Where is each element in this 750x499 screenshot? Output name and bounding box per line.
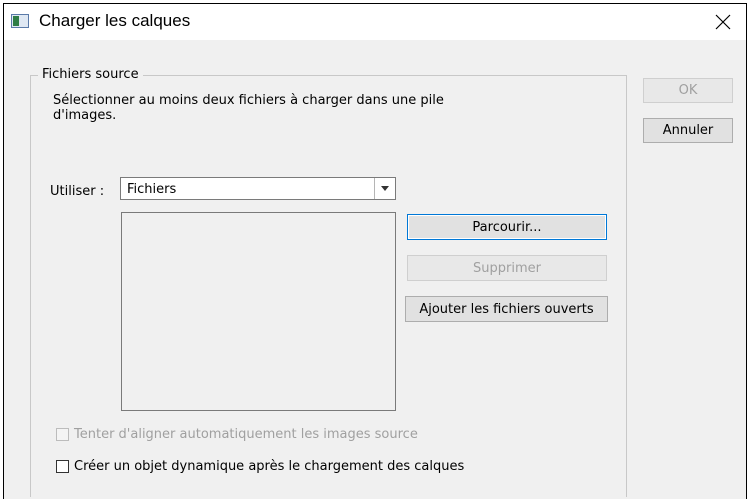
- auto-align-checkbox[interactable]: [56, 428, 69, 441]
- window-title: Charger les calques: [39, 11, 191, 30]
- remove-button[interactable]: Supprimer: [407, 255, 607, 281]
- auto-align-option[interactable]: Tenter d'aligner automatiquement les ima…: [56, 427, 418, 442]
- description-line-2: d'images.: [53, 108, 117, 123]
- description-line-1: Sélectionner au moins deux fichiers à ch…: [53, 93, 444, 108]
- smart-object-label: Créer un objet dynamique après le charge…: [74, 459, 465, 474]
- add-open-files-button[interactable]: Ajouter les fichiers ouverts: [405, 296, 608, 322]
- close-icon: [715, 14, 731, 30]
- use-dropdown-toggle[interactable]: [374, 178, 395, 199]
- source-files-legend: Fichiers source: [38, 67, 143, 82]
- smart-object-checkbox[interactable]: [56, 460, 69, 473]
- file-list[interactable]: [121, 212, 396, 411]
- use-dropdown-value: Fichiers: [127, 182, 177, 197]
- use-label: Utiliser :: [50, 184, 105, 199]
- close-button[interactable]: [700, 4, 746, 40]
- title-bar: Charger les calques: [4, 4, 746, 40]
- source-description: Sélectionner au moins deux fichiers à ch…: [53, 93, 493, 123]
- ok-button[interactable]: OK: [643, 78, 733, 103]
- use-dropdown[interactable]: Fichiers: [120, 177, 396, 200]
- smart-object-option[interactable]: Créer un objet dynamique après le charge…: [56, 459, 464, 474]
- auto-align-label: Tenter d'aligner automatiquement les ima…: [74, 427, 418, 442]
- chevron-down-icon: [381, 186, 389, 191]
- browse-button[interactable]: Parcourir...: [407, 214, 607, 240]
- dialog-app-icon: [11, 14, 29, 28]
- cancel-button[interactable]: Annuler: [643, 118, 733, 143]
